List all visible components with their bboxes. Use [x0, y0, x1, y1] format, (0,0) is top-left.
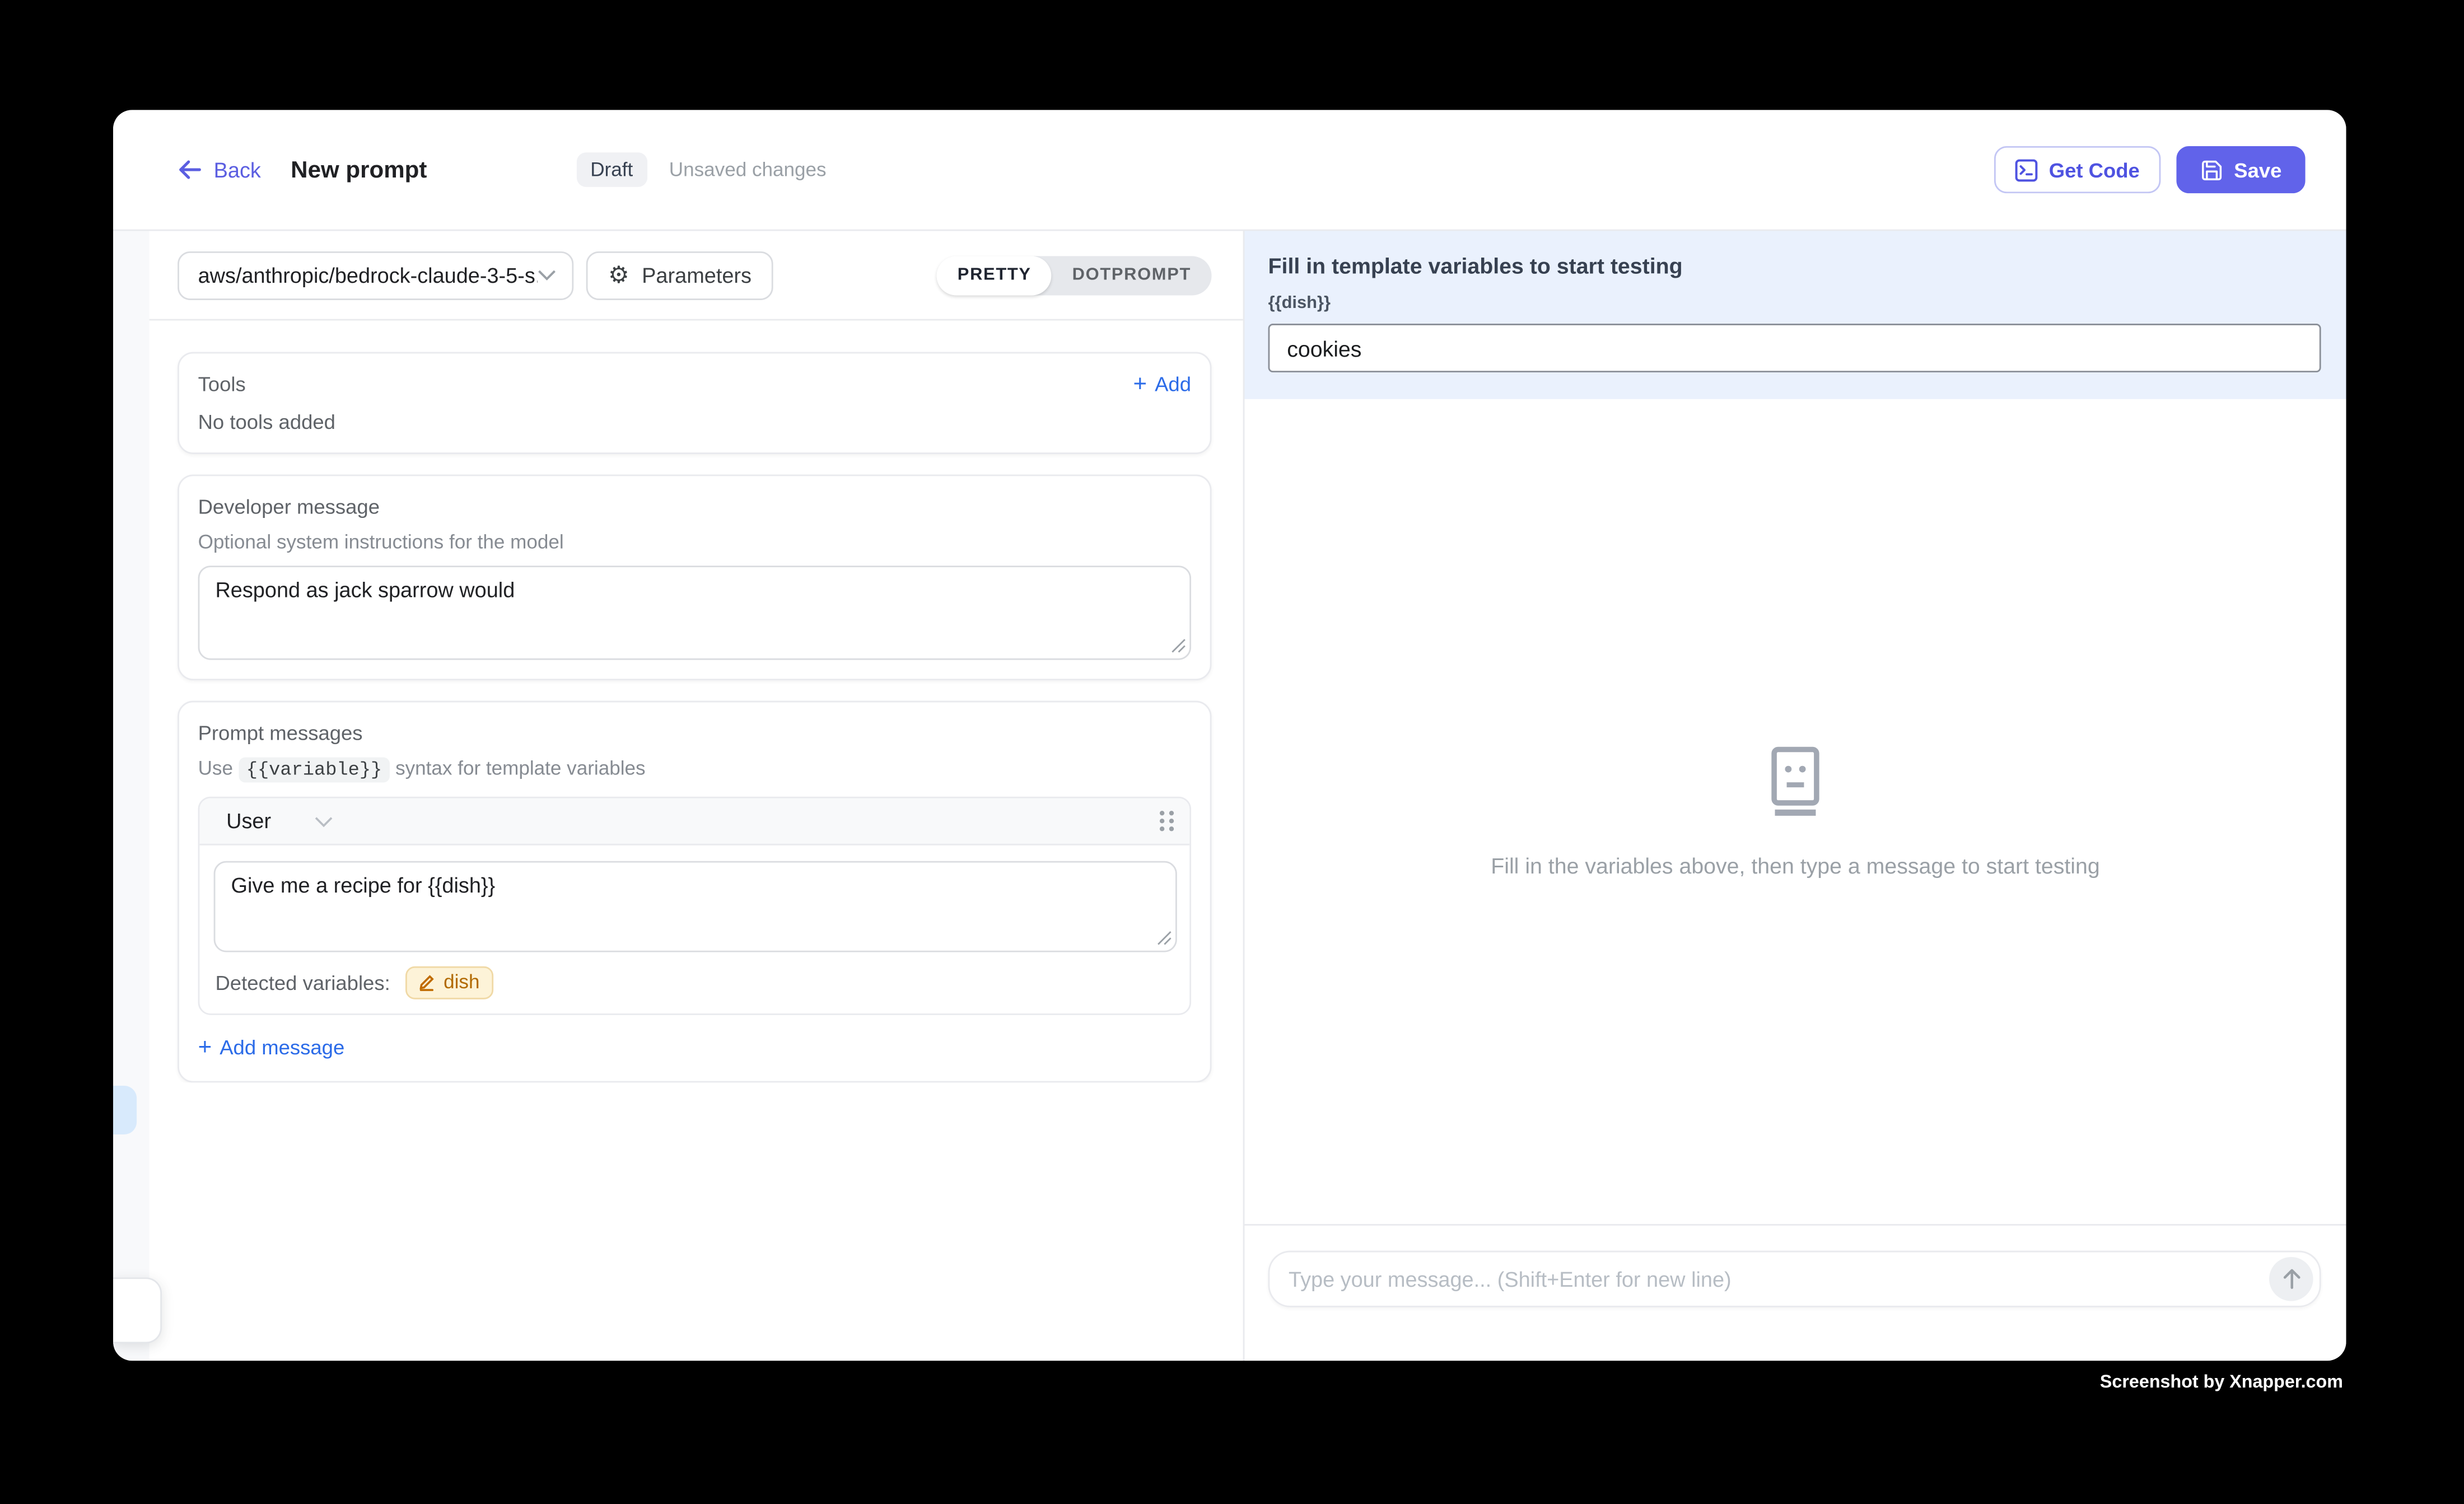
variable-syntax-code: {{variable}}	[239, 758, 390, 783]
pencil-icon	[418, 973, 436, 991]
detected-variables-label: Detected variables:	[215, 971, 390, 994]
developer-message-subtitle: Optional system instructions for the mod…	[198, 531, 1191, 553]
message-input-bar	[1268, 1251, 2321, 1307]
model-select-value: aws/anthropic/bedrock-claude-3-5-s...	[198, 263, 538, 287]
chat-empty-hint: Fill in the variables above, then type a…	[1491, 852, 2100, 877]
editor-scroll-area: Tools + Add No tools added Developer mes…	[150, 320, 1243, 1082]
add-message-label: Add message	[220, 1035, 344, 1059]
message-body: Give me a recipe for {{dish}} Detected v…	[199, 846, 1189, 1013]
terminal-icon	[2014, 158, 2038, 181]
status-badge: Draft	[576, 152, 647, 187]
chat-empty-state: Fill in the variables above, then type a…	[1244, 399, 2346, 1224]
send-button[interactable]	[2269, 1257, 2313, 1301]
add-tool-button[interactable]: + Add	[1133, 372, 1191, 396]
message-header: User	[199, 798, 1189, 846]
prompt-messages-card: Prompt messages Use {{variable}} syntax …	[178, 701, 1211, 1083]
get-code-button[interactable]: Get Code	[1994, 146, 2160, 193]
toggle-option-dotprompt[interactable]: DOTPROMPT	[1052, 255, 1211, 295]
app-window: Back New prompt Draft Unsaved changes Ge…	[113, 110, 2346, 1361]
detected-variables-row: Detected variables: dish	[214, 966, 1177, 999]
unsaved-changes-label: Unsaved changes	[669, 158, 827, 180]
tools-card: Tools + Add No tools added	[178, 352, 1211, 454]
prompt-messages-subtitle: Use {{variable}} syntax for template var…	[198, 758, 1191, 781]
robot-face-icon	[1766, 746, 1824, 816]
watermark-text: Screenshot by Xnapper.com	[2100, 1374, 2343, 1393]
save-icon	[2200, 158, 2223, 181]
get-code-label: Get Code	[2049, 158, 2140, 181]
chevron-down-icon	[314, 815, 333, 827]
developer-message-card: Developer message Optional system instru…	[178, 474, 1211, 680]
editor-toolbar: aws/anthropic/bedrock-claude-3-5-s... ⚙ …	[150, 231, 1243, 320]
message-role-select[interactable]: User	[226, 809, 332, 833]
variable-value-input[interactable]	[1268, 324, 2321, 372]
parameters-label: Parameters	[642, 263, 752, 287]
chat-message-input[interactable]	[1289, 1267, 2257, 1291]
variable-chip-dish[interactable]: dish	[406, 966, 494, 999]
header-actions: Get Code Save	[1994, 146, 2305, 193]
prompt-messages-title: Prompt messages	[198, 721, 1191, 745]
variable-chip-label: dish	[444, 971, 479, 993]
message-textarea[interactable]: Give me a recipe for {{dish}}	[214, 861, 1177, 952]
back-button[interactable]: Back	[178, 158, 261, 181]
template-variables-title: Fill in template variables to start test…	[1268, 253, 2321, 278]
view-mode-toggle: PRETTY DOTPROMPT	[937, 255, 1211, 295]
subtitle-suffix: syntax for template variables	[395, 758, 645, 779]
save-button[interactable]: Save	[2176, 146, 2305, 193]
screenshot-stage: Back New prompt Draft Unsaved changes Ge…	[0, 0, 2464, 1503]
add-tool-label: Add	[1155, 372, 1191, 396]
sidebar-active-item[interactable]	[113, 1086, 137, 1134]
window-header: Back New prompt Draft Unsaved changes Ge…	[113, 110, 2346, 231]
prompt-editor-panel: aws/anthropic/bedrock-claude-3-5-s... ⚙ …	[150, 231, 1243, 1361]
subtitle-prefix: Use	[198, 758, 233, 779]
back-label: Back	[214, 158, 261, 181]
variable-name-label: {{dish}}	[1268, 294, 2321, 313]
arrow-up-icon	[2281, 1268, 2301, 1290]
toggle-option-pretty[interactable]: PRETTY	[937, 255, 1052, 295]
test-panel: Fill in template variables to start test…	[1243, 231, 2346, 1361]
plus-icon: +	[198, 1035, 212, 1059]
gear-icon: ⚙	[608, 263, 629, 287]
parameters-button[interactable]: ⚙ Parameters	[586, 251, 774, 300]
template-variables-section: Fill in template variables to start test…	[1244, 231, 2346, 399]
sidebar-popover-card	[113, 1277, 162, 1343]
tools-card-title: Tools	[198, 372, 246, 396]
plus-icon: +	[1133, 372, 1147, 396]
message-role-value: User	[226, 809, 271, 833]
chevron-down-icon	[538, 269, 557, 281]
window-body: aws/anthropic/bedrock-claude-3-5-s... ⚙ …	[113, 231, 2346, 1361]
add-message-button[interactable]: + Add message	[198, 1035, 345, 1059]
drag-handle-icon[interactable]	[1160, 811, 1174, 831]
arrow-left-icon	[178, 158, 203, 180]
save-label: Save	[2234, 158, 2281, 181]
model-select[interactable]: aws/anthropic/bedrock-claude-3-5-s...	[178, 251, 573, 300]
developer-message-title: Developer message	[198, 495, 1191, 519]
message-block: User Give me a recipe for {{dish}}	[198, 797, 1191, 1015]
page-title: New prompt	[291, 156, 427, 183]
tools-empty-text: No tools added	[198, 410, 1191, 433]
chat-input-section	[1244, 1224, 2346, 1361]
developer-message-textarea[interactable]: Respond as jack sparrow would	[198, 566, 1191, 660]
sidebar-sliver	[113, 231, 150, 1361]
